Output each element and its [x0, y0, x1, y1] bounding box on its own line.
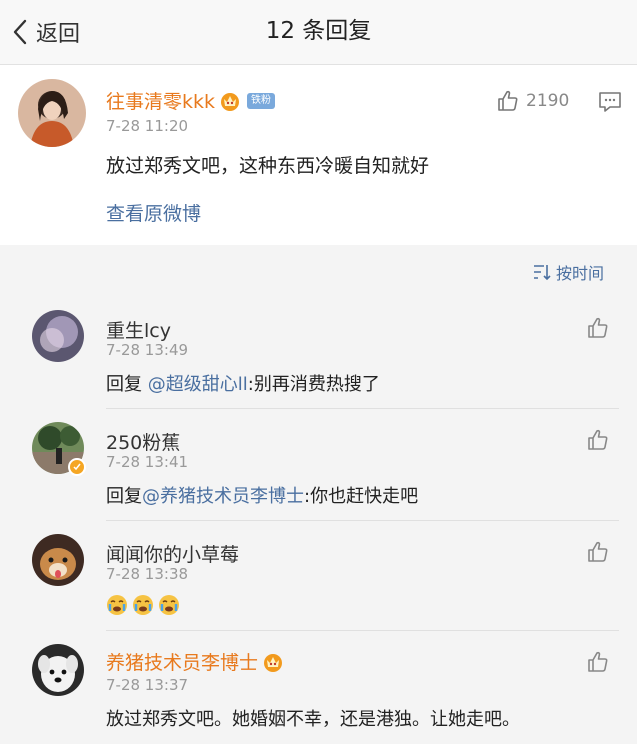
username-text: 往事清零kkk	[106, 91, 216, 113]
crying-face-icon	[159, 595, 179, 615]
avatar[interactable]	[32, 644, 84, 696]
reply-prefix: 回复	[106, 374, 148, 395]
reply-content: 放过郑秀文吧。她婚姻不幸，还是港独。让她走吧。	[106, 709, 520, 730]
avatar[interactable]	[32, 534, 84, 586]
crying-face-icon	[107, 595, 127, 615]
page-title: 12 条回复	[265, 18, 372, 44]
avatar[interactable]	[18, 79, 86, 147]
reply-username[interactable]: 重生lcy	[106, 316, 171, 343]
reply-timestamp: 7-28 13:49	[106, 341, 189, 359]
username[interactable]: 往事清零kkk 铁粉	[106, 87, 276, 114]
reply-content: 回复 @超级甜心ll:别再消费热搜了	[106, 370, 380, 396]
thumbs-up-icon[interactable]	[586, 316, 610, 340]
like-count: 2190	[526, 91, 570, 111]
comment-icon[interactable]	[598, 91, 622, 113]
reply-body: :你也赶快走吧	[304, 486, 419, 507]
sort-icon	[534, 265, 551, 281]
reply-username[interactable]: 250粉蕉	[106, 428, 180, 455]
sort-label: 按时间	[556, 264, 605, 283]
crown-vip-icon	[221, 92, 240, 111]
reply-content: 回复@养猪技术员李博士:你也赶快走吧	[106, 482, 418, 508]
reply-content	[106, 594, 184, 621]
reply-timestamp: 7-28 13:38	[106, 565, 189, 583]
nav-bar: 返回 12 条回复	[0, 0, 637, 65]
comment-content: 放过郑秀文吧，这种东西冷暖自知就好	[106, 155, 430, 177]
avatar[interactable]	[32, 310, 84, 362]
reply-body: :别再消费热搜了	[247, 374, 380, 395]
mention-link[interactable]: @养猪技术员李博士	[142, 486, 304, 507]
like-button[interactable]: 2190	[496, 89, 569, 113]
view-original-link[interactable]: 查看原微博	[106, 199, 201, 226]
username-text: 养猪技术员李博士	[106, 652, 259, 674]
thumbs-up-icon[interactable]	[586, 540, 610, 564]
divider	[106, 630, 619, 631]
divider	[106, 408, 619, 409]
reply-username[interactable]: 闻闻你的小草莓	[106, 540, 239, 567]
mention-link[interactable]: @超级甜心ll	[148, 374, 248, 395]
reply-timestamp: 7-28 13:37	[106, 676, 189, 694]
timestamp: 7-28 11:20	[106, 117, 189, 135]
divider	[106, 520, 619, 521]
fans-badge: 铁粉	[247, 92, 276, 109]
crown-vip-icon	[264, 653, 283, 672]
sort-by-time-button[interactable]: 按时间	[532, 260, 604, 284]
thumbs-up-icon	[498, 90, 518, 111]
thumbs-up-icon[interactable]	[586, 650, 610, 674]
main-comment-card: 往事清零kkk 铁粉 7-28 11:20 放过郑秀文吧，这种东西冷暖自知就好 …	[0, 65, 637, 245]
reply-prefix: 回复	[106, 486, 142, 507]
crying-face-icon	[133, 595, 153, 615]
thumbs-up-icon[interactable]	[586, 428, 610, 452]
verified-icon	[68, 458, 86, 476]
reply-username[interactable]: 养猪技术员李博士	[106, 648, 284, 675]
reply-timestamp: 7-28 13:41	[106, 453, 189, 471]
